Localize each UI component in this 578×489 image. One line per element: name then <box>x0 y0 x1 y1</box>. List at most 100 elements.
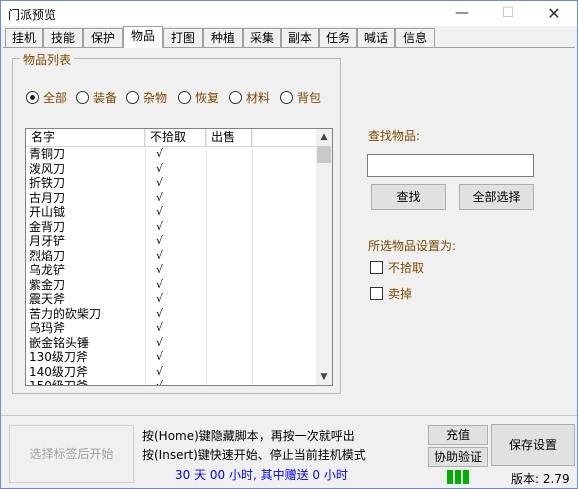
list-item[interactable]: 乌龙铲 √ <box>26 263 316 278</box>
nopick-check-icon: √ <box>156 350 164 363</box>
sell-checkbox[interactable]: 卖掉 <box>370 286 412 302</box>
item-name: 震天斧 <box>29 292 66 306</box>
tab-5[interactable]: 种植 <box>203 28 243 48</box>
scroll-down-arrow-icon[interactable]: ▼ <box>316 369 332 385</box>
checkbox-icon[interactable] <box>370 287 383 300</box>
maximize-button[interactable]: ☐ <box>485 1 531 26</box>
home-key-hint: 按(Home)键隐藏脚本，再按一次就呼出 <box>142 429 355 443</box>
tab-2[interactable]: 保护 <box>83 28 123 48</box>
close-button[interactable]: ✕ <box>531 1 577 26</box>
list-item[interactable]: 150级刀斧 √ <box>26 379 316 386</box>
nopick-checkbox-label: 不拾取 <box>388 261 425 275</box>
select-all-button[interactable]: 全部选择 <box>459 184 534 210</box>
selected-items-setting-label: 所选物品设置为: <box>368 239 457 253</box>
scroll-up-arrow-icon[interactable]: ▲ <box>316 129 332 145</box>
radio-category-5[interactable]: 背包 <box>280 90 321 106</box>
radio-label: 杂物 <box>143 91 168 105</box>
tab-9[interactable]: 喊话 <box>357 28 395 48</box>
item-name: 150级刀斧 <box>29 379 88 386</box>
recharge-button[interactable]: 充值 <box>428 425 488 445</box>
list-item[interactable]: 苦力的砍柴刀 √ <box>26 307 316 322</box>
nopick-check-icon: √ <box>156 190 164 204</box>
list-item[interactable]: 折铁刀 √ <box>26 176 316 191</box>
item-name: 泼风刀 <box>29 161 66 176</box>
radio-category-4[interactable]: 材料 <box>229 90 270 106</box>
radio-icon[interactable] <box>280 91 293 104</box>
find-button[interactable]: 查找 <box>371 184 446 210</box>
column-header-nopick[interactable]: 不拾取 <box>145 129 206 146</box>
tab-3[interactable]: 物品 <box>123 26 163 48</box>
list-item[interactable]: 140级刀斧 √ <box>26 365 316 380</box>
insert-key-hint: 按(Insert)键快速开始、停止当前挂机模式 <box>142 448 366 462</box>
title-bar[interactable]: 门派预览 — ☐ ✕ <box>1 1 577 26</box>
radio-icon[interactable] <box>76 91 89 104</box>
radio-category-0[interactable]: 全部 <box>26 90 67 106</box>
item-name: 折铁刀 <box>29 176 66 190</box>
tab-8[interactable]: 任务 <box>319 28 357 48</box>
nopick-check-icon: √ <box>156 364 164 378</box>
tab-1[interactable]: 技能 <box>43 28 83 48</box>
nopick-checkbox[interactable]: 不拾取 <box>370 260 424 276</box>
scroll-thumb[interactable] <box>317 146 331 163</box>
find-item-input[interactable] <box>367 154 534 177</box>
remaining-time-text: 30 天 00 小时, 其中赠送 0 小时 <box>175 468 348 482</box>
tab-6[interactable]: 采集 <box>243 28 281 48</box>
checkbox-icon[interactable] <box>370 261 383 274</box>
tab-divider <box>3 47 575 48</box>
status-bar-icon <box>447 470 453 484</box>
list-item[interactable]: 乌玛斧 √ <box>26 321 316 336</box>
item-name: 紫金刀 <box>29 277 66 292</box>
radio-icon[interactable] <box>178 91 191 104</box>
radio-label: 装备 <box>93 91 118 105</box>
list-item[interactable]: 嵌金铭头锤 √ <box>26 336 316 351</box>
nopick-check-icon: √ <box>156 306 164 320</box>
list-item[interactable]: 金背刀 √ <box>26 220 316 235</box>
item-name: 130级刀斧 <box>29 350 88 364</box>
tab-0[interactable]: 挂机 <box>5 28 43 48</box>
radio-label: 恢复 <box>195 91 220 105</box>
nopick-check-icon: √ <box>156 176 164 189</box>
main-window: 门派预览 — ☐ ✕ 挂机 技能 保护 物品 打图 种植 采集 副本 任务 喊话 信息 物品列表 全… <box>0 0 578 489</box>
list-item[interactable]: 月牙铲 √ <box>26 234 316 249</box>
list-item[interactable]: 烈焰刀 √ <box>26 249 316 264</box>
nopick-check-icon: √ <box>156 147 164 160</box>
list-item[interactable]: 130级刀斧 √ <box>26 350 316 365</box>
radio-category-3[interactable]: 恢复 <box>178 90 219 106</box>
radio-category-1[interactable]: 装备 <box>76 90 117 106</box>
radio-label: 材料 <box>246 91 271 105</box>
nopick-check-icon: √ <box>156 335 164 349</box>
item-name: 乌龙铲 <box>29 263 66 277</box>
list-item[interactable]: 古月刀 √ <box>26 191 316 206</box>
item-name: 金背刀 <box>29 219 66 234</box>
radio-icon[interactable] <box>229 91 242 104</box>
list-header: 名字 不拾取 出售 <box>26 129 316 147</box>
list-item[interactable]: 青铜刀 √ <box>26 147 316 162</box>
start-button[interactable]: 选择标签后开始 <box>9 425 134 483</box>
minimize-button[interactable]: — <box>439 1 485 26</box>
radio-category-2[interactable]: 杂物 <box>126 90 167 106</box>
column-header-sell[interactable]: 出售 <box>206 129 252 146</box>
nopick-check-icon: √ <box>156 292 164 305</box>
assist-verify-button[interactable]: 协助验证 <box>428 447 488 467</box>
list-item[interactable]: 泼风刀 √ <box>26 162 316 177</box>
column-header-name[interactable]: 名字 <box>26 129 145 146</box>
status-bar-icon <box>455 470 461 484</box>
status-bar-icon <box>463 470 469 484</box>
list-item[interactable]: 开山钺 √ <box>26 205 316 220</box>
item-name: 嵌金铭头锤 <box>29 335 90 350</box>
save-settings-button[interactable]: 保存设置 <box>491 424 575 466</box>
tab-7[interactable]: 副本 <box>281 28 319 48</box>
item-list-group-label: 物品列表 <box>20 51 75 68</box>
list-item[interactable]: 震天斧 √ <box>26 292 316 307</box>
nopick-check-icon: √ <box>156 205 164 218</box>
tab-10[interactable]: 信息 <box>395 28 435 48</box>
item-name: 青铜刀 <box>29 147 66 161</box>
radio-icon[interactable] <box>26 91 39 104</box>
item-name: 140级刀斧 <box>29 364 88 379</box>
list-item[interactable]: 紫金刀 √ <box>26 278 316 293</box>
tab-4[interactable]: 打图 <box>163 28 203 48</box>
radio-label: 全部 <box>43 91 68 105</box>
radio-icon[interactable] <box>126 91 139 104</box>
list-scrollbar[interactable]: ▲ ▼ <box>316 129 332 385</box>
item-list[interactable]: 名字 不拾取 出售 青铜刀 √ 泼风刀 √ 折铁刀 √ 古月刀 √ 开山钺 √ 金背刀 √ 月牙铲 √ 烈焰… <box>25 128 333 386</box>
